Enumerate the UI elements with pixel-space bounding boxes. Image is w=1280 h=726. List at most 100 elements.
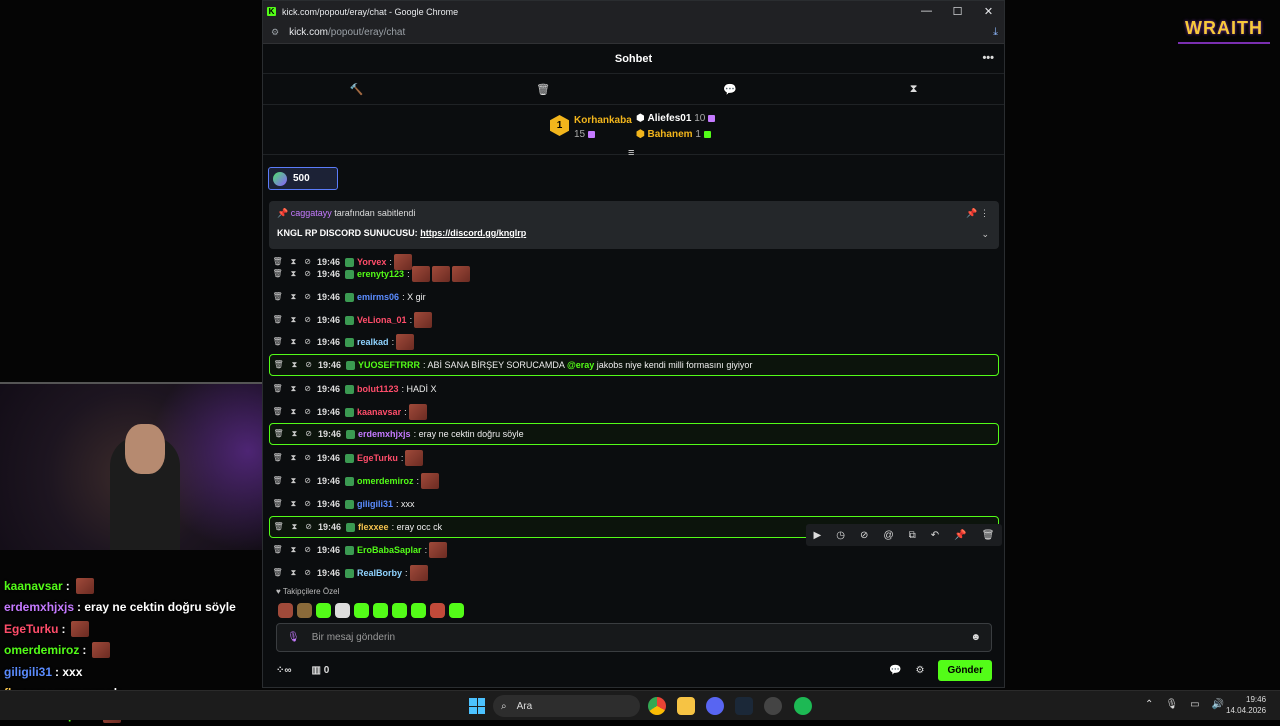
minimize-icon[interactable]: — [911, 5, 942, 18]
kicks-balance[interactable]: 500 [268, 167, 338, 190]
timeout-icon[interactable]: ⧗ [291, 407, 297, 417]
pinned-by-user[interactable]: caggatayy [291, 208, 332, 218]
emote-button[interactable] [278, 603, 293, 618]
emote-button[interactable] [335, 603, 350, 618]
chat-message[interactable]: 🗑 ⧗ ⊘ 19:46 omerdemiroz: [269, 470, 999, 492]
taskbar-search[interactable]: ⌕ Ara [493, 695, 640, 717]
ban-hammer-icon[interactable]: 🔨 [349, 83, 363, 96]
timeout-icon[interactable]: ⧗ [291, 292, 297, 302]
chat-message[interactable]: 🗑 ⧗ ⊘ 19:46 EgeTurku: [269, 447, 999, 469]
ban-icon[interactable]: ⊘ [304, 499, 311, 509]
delete-message-icon[interactable]: 🗑 [273, 407, 283, 417]
chat-message[interactable]: 🗑 ⧗ ⊘ 19:46 kaanavsar: [269, 401, 999, 423]
delete-message-icon[interactable]: 🗑 [273, 545, 283, 555]
ban-icon[interactable]: ⊘ [304, 292, 311, 302]
ban-icon[interactable]: ⊘ [304, 269, 311, 279]
message-username[interactable]: giligili31 [357, 499, 393, 509]
trash-icon[interactable]: 🗑 [536, 83, 550, 96]
ban-icon[interactable]: ⊘ [304, 453, 311, 463]
chevron-down-icon[interactable]: ⌄ [981, 229, 989, 240]
emote-button[interactable] [430, 603, 445, 618]
send-button[interactable]: Gönder [938, 659, 992, 681]
download-icon[interactable]: ⤓ [993, 26, 998, 39]
delete-message-icon[interactable]: 🗑 [273, 315, 283, 325]
message-username[interactable]: RealBorby [357, 568, 402, 578]
chat-message[interactable]: 🗑 ⧗ ⊘ 19:46 erdemxhjxjs: eray ne cektin doğr… [269, 423, 999, 445]
chat-bubble-icon[interactable]: 💬 [723, 83, 737, 96]
pin-icon[interactable]: 📌 [954, 530, 966, 541]
timeout-icon[interactable]: ⧗ [292, 522, 298, 532]
display-icon[interactable]: ▭ [1190, 699, 1199, 710]
mic-tray-icon[interactable]: 🎙 [1165, 699, 1178, 710]
delete-message-icon[interactable]: 🗑 [273, 384, 283, 394]
hourglass-icon[interactable]: ⧗ [910, 83, 918, 96]
leader-first[interactable]: 1 Korhankaba 15 [550, 115, 632, 140]
timeout-icon[interactable]: ⧗ [291, 453, 297, 463]
ban-icon[interactable]: ⊘ [305, 360, 312, 370]
chat-input[interactable]: 🎙 Bir mesaj gönderin ☻ [276, 623, 992, 652]
emoji-icon[interactable]: ☻ [970, 632, 981, 643]
message-username[interactable]: erenyty123 [357, 269, 404, 279]
chat-message[interactable]: 🗑 ⧗ ⊘ 19:46 bolut1123: HADİ X [269, 378, 999, 400]
steam-icon[interactable] [735, 697, 753, 715]
message-username[interactable]: YUOSEFTRRR [358, 360, 420, 370]
emote-button[interactable] [449, 603, 464, 618]
timeout-icon[interactable]: ⧗ [291, 568, 297, 578]
message-username[interactable]: EgeTurku [357, 453, 398, 463]
delete-message-icon[interactable]: 🗑 [273, 568, 283, 578]
chat-message[interactable]: 🗑 ⧗ ⊘ 19:46 VeLiona_01: [269, 309, 999, 331]
mention[interactable]: @eray [567, 360, 594, 370]
timeout-icon[interactable]: ⧗ [291, 499, 297, 509]
delete-message-icon[interactable]: 🗑 [273, 269, 283, 279]
delete-message-icon[interactable]: 🗑 [273, 453, 283, 463]
timeout-icon[interactable]: ⧗ [291, 315, 297, 325]
emote-button[interactable] [392, 603, 407, 618]
copy-icon[interactable]: ⧉ [909, 530, 916, 541]
message-username[interactable]: omerdemiroz [357, 476, 414, 486]
ban-icon[interactable]: ⊘ [304, 315, 311, 325]
timeout-icon[interactable]: ⧗ [291, 384, 297, 394]
delete-icon[interactable]: 🗑 [982, 530, 995, 541]
delete-message-icon[interactable]: 🗑 [274, 429, 284, 439]
settings-gear-icon[interactable]: ⚙ [915, 665, 924, 676]
delete-message-icon[interactable]: 🗑 [273, 499, 283, 509]
delete-message-icon[interactable]: 🗑 [274, 522, 284, 532]
message-username[interactable]: EroBabaSaplar [357, 545, 422, 555]
message-username[interactable]: kaanavsar [357, 407, 401, 417]
message-username[interactable]: VeLiona_01 [357, 315, 407, 325]
chat-message[interactable]: 🗑 ⧗ ⊘ 19:46 YUOSEFTRRR: ABİ SANA BİRŞEY SORU… [269, 354, 999, 376]
ban-icon[interactable]: ⊘ [304, 476, 311, 486]
pinned-link[interactable]: https://discord.gg/knglrp [420, 228, 526, 238]
close-icon[interactable]: ✕ [973, 5, 1004, 18]
mention-icon[interactable]: @ [883, 530, 893, 541]
delete-message-icon[interactable]: 🗑 [273, 476, 283, 486]
windows-start-icon[interactable] [469, 698, 485, 714]
more-options-icon[interactable]: ••• [982, 52, 994, 64]
chat-message[interactable]: 🗑 ⧗ ⊘ 19:46 realkad: [269, 331, 999, 353]
message-username[interactable]: erdemxhjxjs [358, 429, 411, 439]
delete-message-icon[interactable]: 🗑 [273, 292, 283, 302]
ban-icon[interactable]: ⊘ [305, 429, 312, 439]
message-username[interactable]: flexxee [358, 522, 389, 532]
emote-button[interactable] [411, 603, 426, 618]
message-username[interactable]: emirms06 [357, 292, 399, 302]
chrome-icon[interactable] [648, 697, 666, 715]
mic-icon[interactable]: 🎙 [287, 632, 300, 643]
address-bar[interactable]: ⚙ kick.com /popout/eray/chat ⤓ [263, 22, 1004, 44]
clock-icon[interactable]: ◷ [836, 530, 845, 541]
timeout-icon[interactable]: ⧗ [291, 476, 297, 486]
app-icon[interactable] [764, 697, 782, 715]
chat-message[interactable]: 🗑 ⧗ ⊘ 19:46 emirms06: X gir [269, 286, 999, 308]
ban-icon[interactable]: ⊘ [304, 545, 311, 555]
points-icon[interactable]: ⁘∞ [276, 665, 292, 676]
ban-icon[interactable]: ⊘ [304, 568, 311, 578]
message-username[interactable]: bolut1123 [357, 384, 399, 394]
timeout-icon[interactable]: ⧗ [292, 360, 298, 370]
clock[interactable]: 19:46 14.04.2026 [1226, 694, 1266, 716]
message-username[interactable]: realkad [357, 337, 389, 347]
leader-second[interactable]: ⬢ Aliefes01 10 [636, 113, 716, 124]
chat-settings-bubble-icon[interactable]: 💬 [889, 665, 901, 676]
discord-icon[interactable] [706, 697, 724, 715]
ban-icon[interactable]: ⊘ [304, 384, 311, 394]
delete-message-icon[interactable]: 🗑 [273, 337, 283, 347]
